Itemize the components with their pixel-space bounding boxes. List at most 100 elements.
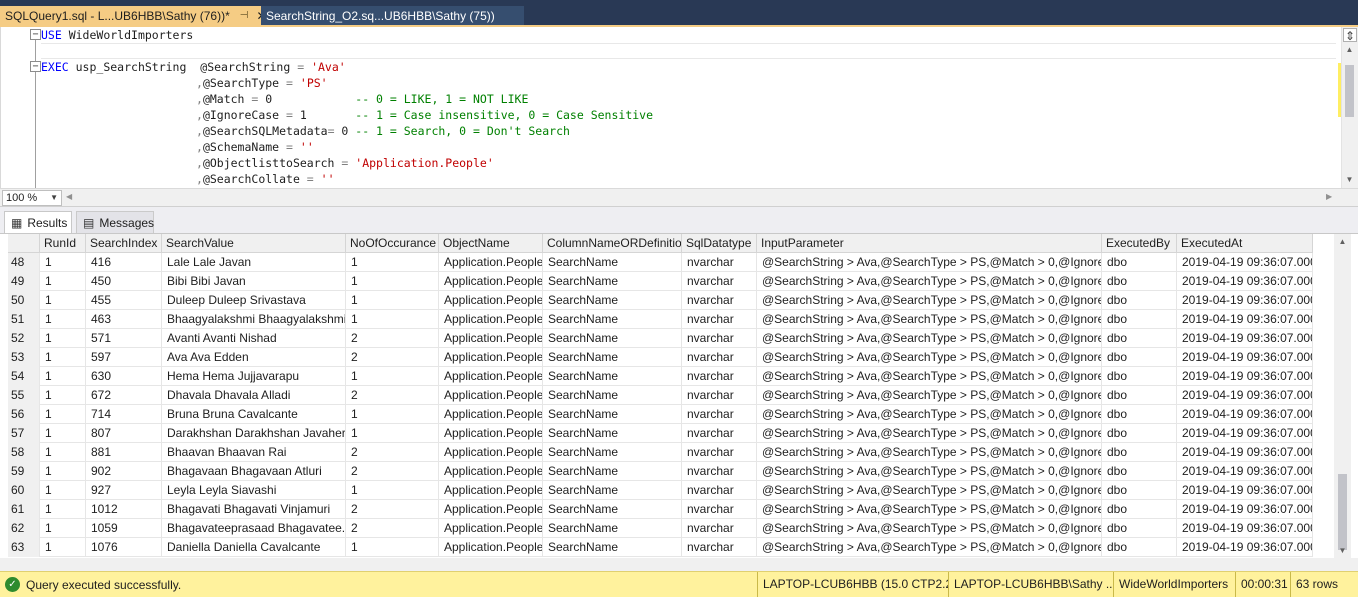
- cell-columnnameordefinition[interactable]: SearchName: [543, 348, 682, 367]
- cell-columnnameordefinition[interactable]: SearchName: [543, 386, 682, 405]
- cell-searchvalue[interactable]: Leyla Leyla Siavashi: [162, 481, 346, 500]
- cell-sqldatatype[interactable]: nvarchar: [682, 253, 757, 272]
- cell-sqldatatype[interactable]: nvarchar: [682, 519, 757, 538]
- cell-executedat[interactable]: 2019-04-19 09:36:07.000: [1177, 329, 1313, 348]
- cell-searchindex[interactable]: 807: [86, 424, 162, 443]
- table-row[interactable]: 63 1 1076 Daniella Daniella Cavalcante 1 Appl…: [8, 538, 1313, 557]
- editor-scroll-thumb[interactable]: [1345, 65, 1354, 117]
- grid-scroll-up-icon[interactable]: ▲: [1334, 237, 1351, 246]
- cell-runid[interactable]: 1: [40, 329, 86, 348]
- cell-executedby[interactable]: dbo: [1102, 424, 1177, 443]
- cell-objectname[interactable]: Application.People: [439, 405, 543, 424]
- row-number[interactable]: 63: [8, 538, 40, 557]
- cell-executedby[interactable]: dbo: [1102, 291, 1177, 310]
- column-header-rownum[interactable]: [8, 234, 40, 253]
- cell-objectname[interactable]: Application.People: [439, 500, 543, 519]
- cell-objectname[interactable]: Application.People: [439, 519, 543, 538]
- cell-executedby[interactable]: dbo: [1102, 462, 1177, 481]
- row-number[interactable]: 58: [8, 443, 40, 462]
- selection-margin[interactable]: [1, 27, 29, 188]
- cell-columnnameordefinition[interactable]: SearchName: [543, 519, 682, 538]
- table-row[interactable]: 56 1 714 Bruna Bruna Cavalcante 1 Application…: [8, 405, 1313, 424]
- cell-executedby[interactable]: dbo: [1102, 310, 1177, 329]
- cell-sqldatatype[interactable]: nvarchar: [682, 481, 757, 500]
- cell-searchvalue[interactable]: Ava Ava Edden: [162, 348, 346, 367]
- cell-runid[interactable]: 1: [40, 348, 86, 367]
- scroll-up-icon[interactable]: ▲: [1341, 45, 1358, 54]
- row-number[interactable]: 48: [8, 253, 40, 272]
- cell-searchvalue[interactable]: Bhaagyalakshmi Bhaagyalakshmi ...: [162, 310, 346, 329]
- table-row[interactable]: 62 1 1059 Bhagavateeprasaad Bhagavatee... 2 A…: [8, 519, 1313, 538]
- cell-executedat[interactable]: 2019-04-19 09:36:07.000: [1177, 500, 1313, 519]
- cell-objectname[interactable]: Application.People: [439, 462, 543, 481]
- cell-executedat[interactable]: 2019-04-19 09:36:07.000: [1177, 367, 1313, 386]
- cell-searchvalue[interactable]: Darakhshan Darakhshan Javaher...: [162, 424, 346, 443]
- table-row[interactable]: 49 1 450 Bibi Bibi Javan 1 Application.People…: [8, 272, 1313, 291]
- cell-noofoccurance[interactable]: 2: [346, 443, 439, 462]
- scroll-right-icon[interactable]: ▶: [1326, 192, 1332, 201]
- cell-searchindex[interactable]: 714: [86, 405, 162, 424]
- cell-objectname[interactable]: Application.People: [439, 272, 543, 291]
- cell-columnnameordefinition[interactable]: SearchName: [543, 367, 682, 386]
- cell-inputparameter[interactable]: @SearchString > Ava,@SearchType > PS,@Ma…: [757, 310, 1102, 329]
- cell-searchindex[interactable]: 597: [86, 348, 162, 367]
- cell-searchindex[interactable]: 571: [86, 329, 162, 348]
- cell-executedat[interactable]: 2019-04-19 09:36:07.000: [1177, 348, 1313, 367]
- cell-noofoccurance[interactable]: 1: [346, 424, 439, 443]
- cell-inputparameter[interactable]: @SearchString > Ava,@SearchType > PS,@Ma…: [757, 253, 1102, 272]
- row-number[interactable]: 59: [8, 462, 40, 481]
- cell-searchindex[interactable]: 1012: [86, 500, 162, 519]
- cell-executedat[interactable]: 2019-04-19 09:36:07.000: [1177, 462, 1313, 481]
- cell-executedby[interactable]: dbo: [1102, 519, 1177, 538]
- cell-executedby[interactable]: dbo: [1102, 500, 1177, 519]
- row-number[interactable]: 62: [8, 519, 40, 538]
- cell-objectname[interactable]: Application.People: [439, 329, 543, 348]
- cell-executedby[interactable]: dbo: [1102, 253, 1177, 272]
- cell-columnnameordefinition[interactable]: SearchName: [543, 462, 682, 481]
- cell-searchindex[interactable]: 1076: [86, 538, 162, 557]
- cell-columnnameordefinition[interactable]: SearchName: [543, 481, 682, 500]
- cell-searchindex[interactable]: 672: [86, 386, 162, 405]
- cell-sqldatatype[interactable]: nvarchar: [682, 348, 757, 367]
- cell-runid[interactable]: 1: [40, 519, 86, 538]
- table-row[interactable]: 48 1 416 Lale Lale Javan 1 Application.People…: [8, 253, 1313, 272]
- cell-executedat[interactable]: 2019-04-19 09:36:07.000: [1177, 405, 1313, 424]
- cell-sqldatatype[interactable]: nvarchar: [682, 367, 757, 386]
- cell-columnnameordefinition[interactable]: SearchName: [543, 500, 682, 519]
- cell-runid[interactable]: 1: [40, 443, 86, 462]
- cell-inputparameter[interactable]: @SearchString > Ava,@SearchType > PS,@Ma…: [757, 500, 1102, 519]
- cell-inputparameter[interactable]: @SearchString > Ava,@SearchType > PS,@Ma…: [757, 329, 1102, 348]
- cell-columnnameordefinition[interactable]: SearchName: [543, 272, 682, 291]
- cell-runid[interactable]: 1: [40, 291, 86, 310]
- cell-executedat[interactable]: 2019-04-19 09:36:07.000: [1177, 253, 1313, 272]
- cell-inputparameter[interactable]: @SearchString > Ava,@SearchType > PS,@Ma…: [757, 481, 1102, 500]
- cell-objectname[interactable]: Application.People: [439, 348, 543, 367]
- column-header-runid[interactable]: RunId: [40, 234, 86, 253]
- cell-inputparameter[interactable]: @SearchString > Ava,@SearchType > PS,@Ma…: [757, 443, 1102, 462]
- cell-noofoccurance[interactable]: 1: [346, 481, 439, 500]
- cell-sqldatatype[interactable]: nvarchar: [682, 462, 757, 481]
- row-number[interactable]: 51: [8, 310, 40, 329]
- table-row[interactable]: 60 1 927 Leyla Leyla Siavashi 1 Application.P…: [8, 481, 1313, 500]
- cell-searchvalue[interactable]: Dhavala Dhavala Alladi: [162, 386, 346, 405]
- row-number[interactable]: 50: [8, 291, 40, 310]
- table-row[interactable]: 55 1 672 Dhavala Dhavala Alladi 2 Application…: [8, 386, 1313, 405]
- cell-sqldatatype[interactable]: nvarchar: [682, 291, 757, 310]
- cell-inputparameter[interactable]: @SearchString > Ava,@SearchType > PS,@Ma…: [757, 367, 1102, 386]
- cell-sqldatatype[interactable]: nvarchar: [682, 443, 757, 462]
- cell-runid[interactable]: 1: [40, 386, 86, 405]
- cell-runid[interactable]: 1: [40, 367, 86, 386]
- row-number[interactable]: 52: [8, 329, 40, 348]
- cell-searchvalue[interactable]: Bhaavan Bhaavan Rai: [162, 443, 346, 462]
- row-number[interactable]: 55: [8, 386, 40, 405]
- table-row[interactable]: 61 1 1012 Bhagavati Bhagavati Vinjamuri 2 App…: [8, 500, 1313, 519]
- cell-objectname[interactable]: Application.People: [439, 367, 543, 386]
- cell-searchvalue[interactable]: Avanti Avanti Nishad: [162, 329, 346, 348]
- cell-sqldatatype[interactable]: nvarchar: [682, 329, 757, 348]
- collapse-use-icon[interactable]: −: [30, 29, 41, 40]
- cell-objectname[interactable]: Application.People: [439, 538, 543, 557]
- cell-sqldatatype[interactable]: nvarchar: [682, 424, 757, 443]
- cell-noofoccurance[interactable]: 2: [346, 500, 439, 519]
- cell-executedat[interactable]: 2019-04-19 09:36:07.000: [1177, 291, 1313, 310]
- cell-objectname[interactable]: Application.People: [439, 424, 543, 443]
